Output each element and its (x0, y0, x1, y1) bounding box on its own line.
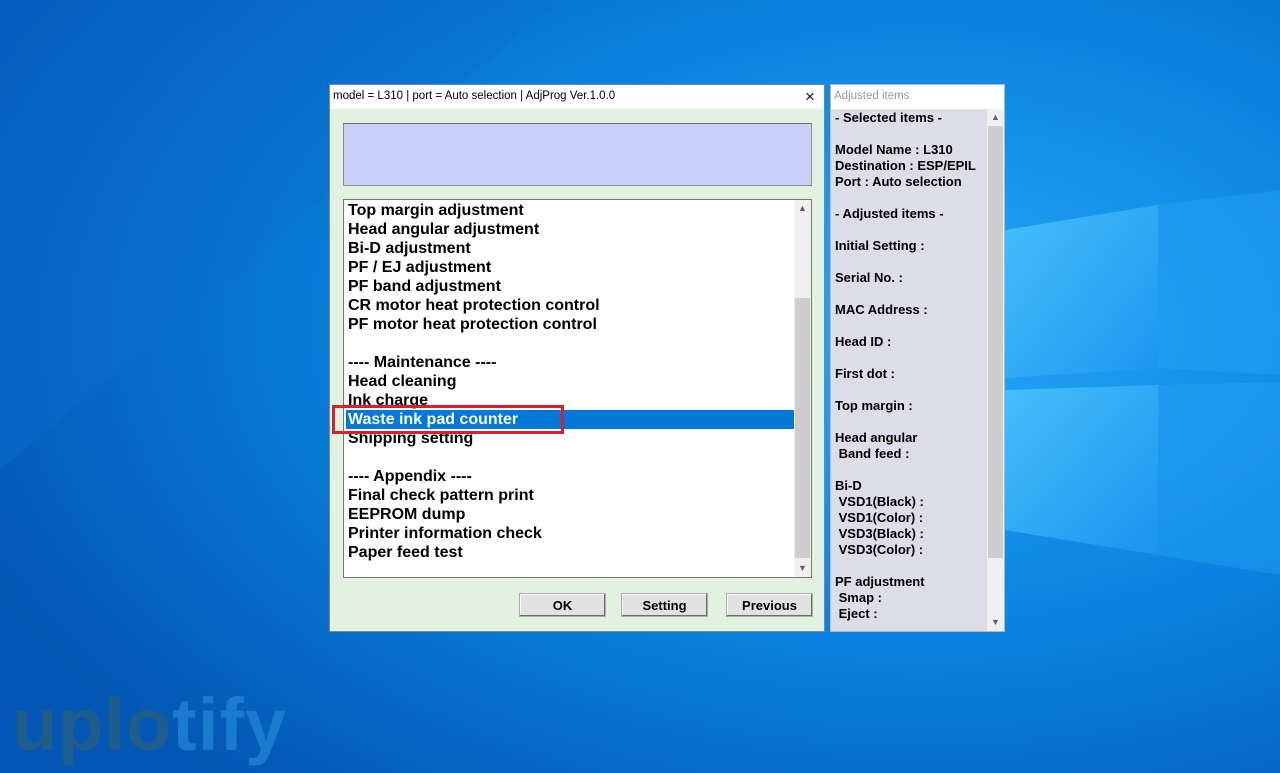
list-item[interactable]: Printer information check (346, 524, 795, 543)
adjusted-item-line: MAC Address : (835, 302, 928, 317)
list-item[interactable]: EEPROM dump (346, 505, 795, 524)
scrollbar-thumb[interactable] (988, 126, 1003, 558)
scroll-down-icon[interactable]: ▼ (794, 560, 811, 577)
watermark-logo: uplotify (12, 688, 287, 762)
list-item[interactable]: Final check pattern print (346, 486, 795, 505)
scroll-down-icon[interactable]: ▼ (987, 614, 1004, 631)
adjusted-item-line: Model Name : L310 (835, 142, 953, 157)
scrollbar-thumb[interactable] (795, 298, 810, 558)
adjusted-item-line: Serial No. : (835, 270, 903, 285)
watermark-part: uplo (12, 683, 173, 766)
function-list[interactable]: Top margin adjustment Head angular adjus… (343, 199, 812, 578)
list-item[interactable]: Top margin adjustment (346, 201, 795, 220)
adjusted-item-line: Head ID : (835, 334, 892, 349)
list-item[interactable]: CR motor heat protection control (346, 296, 795, 315)
side-window-title: Adjusted items (834, 90, 910, 102)
adjusted-item-line: Band feed : (835, 446, 910, 461)
side-scrollbar[interactable]: ▲ ▼ (987, 109, 1004, 631)
scroll-up-icon[interactable]: ▲ (987, 109, 1004, 126)
list-item[interactable]: Bi-D adjustment (346, 239, 795, 258)
window-title: model = L310 | port = Auto selection | A… (333, 90, 616, 102)
adjusted-item-line: Destination : ESP/EPIL (835, 158, 976, 173)
adjusted-item-line: VSD1(Black) : (835, 494, 924, 509)
list-item[interactable]: ---- Maintenance ---- (346, 353, 795, 372)
close-icon[interactable]: × (802, 88, 818, 105)
list-item[interactable]: Paper feed test (346, 543, 795, 562)
windows-logo-pane-bottom (1005, 385, 1158, 555)
adjusted-item-line: Top margin : (835, 398, 913, 413)
adjusted-item-line: Port : Auto selection (835, 174, 962, 189)
adjusted-item-line: Eject : (835, 606, 878, 621)
list-item[interactable]: Head angular adjustment (346, 220, 795, 239)
adjusted-items-window: Adjusted items - Selected items - Model N… (830, 84, 1005, 632)
windows-logo-pane-top (1005, 205, 1158, 378)
adjprog-window: model = L310 | port = Auto selection | A… (329, 84, 825, 632)
adjusted-item-line: VSD1(Color) : (835, 510, 924, 525)
scroll-up-icon[interactable]: ▲ (794, 200, 811, 217)
adjusted-item-line: First dot : (835, 366, 895, 381)
message-panel (343, 123, 812, 186)
list-scrollbar[interactable]: ▲ ▼ (794, 200, 811, 577)
setting-button[interactable]: Setting (621, 593, 708, 617)
list-item[interactable]: Head cleaning (346, 372, 795, 391)
adjusted-item-line: VSD3(Black) : (835, 526, 924, 541)
adjusted-item-line: - Adjusted items - (835, 206, 944, 221)
list-item[interactable]: PF motor heat protection control (346, 315, 795, 334)
adjusted-item-line: Initial Setting : (835, 238, 925, 253)
adjusted-item-line: Head angular (835, 430, 918, 445)
list-item[interactable]: ---- Appendix ---- (346, 467, 795, 486)
list-item[interactable]: PF band adjustment (346, 277, 795, 296)
watermark-part: tify (172, 683, 288, 766)
title-bar[interactable]: model = L310 | port = Auto selection | A… (330, 85, 824, 109)
adjusted-item-line: Bi-D (835, 478, 862, 493)
ok-button[interactable]: OK (519, 593, 606, 617)
list-item-selected[interactable]: Waste ink pad counter (346, 410, 795, 429)
adjusted-item-line: - Selected items - (835, 110, 942, 125)
list-item[interactable]: Ink charge (346, 391, 795, 410)
previous-button[interactable]: Previous (726, 593, 813, 617)
adjusted-item-line: PF adjustment (835, 574, 925, 589)
side-title-bar[interactable]: Adjusted items (831, 85, 1004, 109)
adjusted-item-line: Smap : (835, 590, 882, 605)
list-item[interactable]: PF / EJ adjustment (346, 258, 795, 277)
list-item[interactable]: Shipping setting (346, 429, 795, 448)
adjusted-item-line: VSD3(Color) : (835, 542, 924, 557)
